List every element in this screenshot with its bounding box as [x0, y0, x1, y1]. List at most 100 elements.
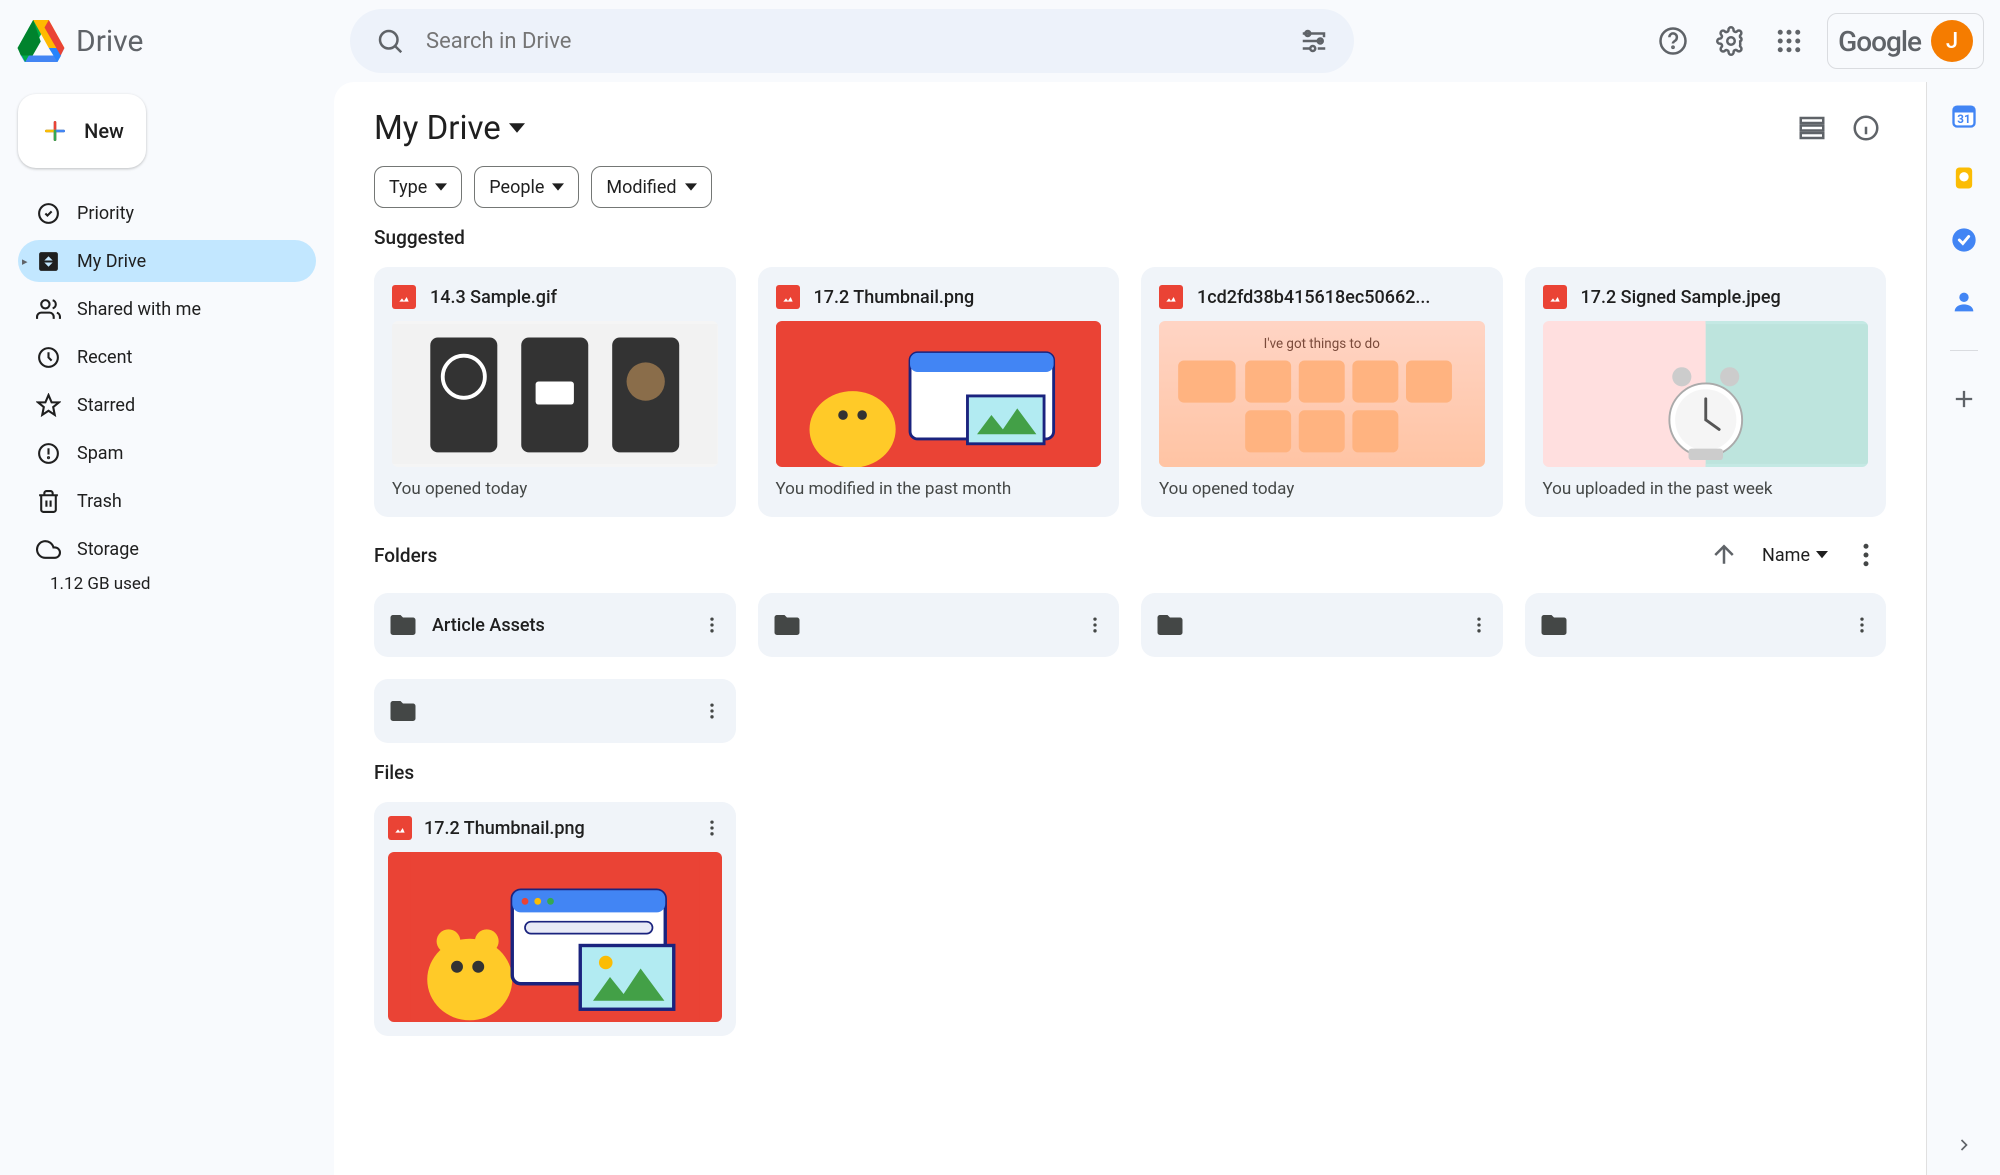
suggested-card[interactable]: 17.2 Thumbnail.png You modified in the p…: [758, 267, 1120, 517]
more-icon[interactable]: [702, 818, 722, 838]
sidebar-item-shared[interactable]: Shared with me: [18, 288, 316, 330]
image-file-icon: [1159, 285, 1183, 309]
file-meta: You uploaded in the past week: [1543, 479, 1869, 499]
folder-icon: [1155, 610, 1185, 640]
file-meta: You opened today: [392, 479, 718, 499]
filter-row: Type People Modified: [374, 166, 1886, 208]
sidebar-item-spam[interactable]: Spam: [18, 432, 316, 474]
suggested-card[interactable]: 17.2 Signed Sample.jpeg You uploaded in …: [1525, 267, 1887, 517]
sidebar-item-storage[interactable]: Storage: [18, 528, 316, 570]
folder-name: Article Assets: [432, 615, 688, 636]
main-content: My Drive Type Peopl: [334, 82, 1926, 1175]
calendar-app-icon[interactable]: 31: [1950, 102, 1978, 130]
search-input[interactable]: [426, 29, 1278, 54]
dropdown-caret-icon: [552, 183, 564, 191]
side-panel: 31: [1926, 82, 2000, 1175]
image-file-icon: [388, 816, 412, 840]
filter-label: Modified: [606, 177, 676, 198]
thumbnail: [1543, 321, 1869, 467]
image-file-icon: [776, 285, 800, 309]
suggested-card[interactable]: 1cd2fd38b415618ec50662... I've got thing…: [1141, 267, 1503, 517]
suggested-label: Suggested: [374, 226, 1886, 249]
filter-label: Type: [389, 177, 427, 198]
search-icon[interactable]: [370, 21, 410, 61]
more-icon[interactable]: [1852, 615, 1872, 635]
more-icon[interactable]: [1085, 615, 1105, 635]
sort-label: Name: [1762, 545, 1810, 566]
avatar[interactable]: J: [1931, 20, 1973, 62]
more-icon[interactable]: [702, 615, 722, 635]
add-app-icon[interactable]: [1950, 385, 1978, 413]
logo-area[interactable]: Drive: [16, 20, 334, 62]
more-options-icon[interactable]: [1846, 535, 1886, 575]
dropdown-caret-icon: [509, 123, 525, 133]
new-button-label: New: [84, 119, 124, 143]
svg-text:31: 31: [1957, 112, 1970, 126]
suggested-card[interactable]: 14.3 Sample.gif You opened today: [374, 267, 736, 517]
sort-direction-icon[interactable]: [1704, 535, 1744, 575]
file-meta: You opened today: [1159, 479, 1485, 499]
file-name: 17.2 Thumbnail.png: [814, 287, 1102, 308]
help-icon[interactable]: [1653, 21, 1693, 61]
sidebar: New Priority ▸ My Drive Shared with me R…: [0, 82, 334, 1175]
folder-card[interactable]: [758, 593, 1120, 657]
folder-card[interactable]: [1525, 593, 1887, 657]
sidebar-item-trash[interactable]: Trash: [18, 480, 316, 522]
sidebar-item-label: Shared with me: [77, 299, 201, 320]
details-icon[interactable]: [1846, 108, 1886, 148]
settings-icon[interactable]: [1711, 21, 1751, 61]
page-title: My Drive: [374, 109, 501, 148]
thumbnail: [776, 321, 1102, 467]
filter-modified[interactable]: Modified: [591, 166, 711, 208]
contacts-app-icon[interactable]: [1950, 288, 1978, 316]
new-button[interactable]: New: [18, 94, 146, 168]
sidebar-item-label: Storage: [77, 539, 139, 560]
filter-type[interactable]: Type: [374, 166, 462, 208]
list-view-icon[interactable]: [1792, 108, 1832, 148]
more-icon[interactable]: [1469, 615, 1489, 635]
drive-logo-icon: [16, 20, 66, 62]
sidebar-item-label: Spam: [77, 443, 123, 464]
header-actions: Google J: [1653, 13, 1984, 69]
file-name: 17.2 Signed Sample.jpeg: [1581, 287, 1869, 308]
dropdown-caret-icon: [1816, 551, 1828, 558]
breadcrumb-title[interactable]: My Drive: [374, 109, 525, 148]
filter-people[interactable]: People: [474, 166, 579, 208]
dropdown-caret-icon: [435, 183, 447, 191]
apps-icon[interactable]: [1769, 21, 1809, 61]
thumbnail: [392, 321, 718, 467]
sidebar-item-label: Priority: [77, 203, 134, 224]
files-label: Files: [374, 761, 1886, 784]
dropdown-caret-icon: [685, 183, 697, 191]
folder-icon: [1539, 610, 1569, 640]
tasks-app-icon[interactable]: [1950, 226, 1978, 254]
svg-text:I've got things to do: I've got things to do: [1264, 337, 1381, 352]
sidebar-item-my-drive[interactable]: ▸ My Drive: [18, 240, 316, 282]
folder-card[interactable]: [1141, 593, 1503, 657]
more-icon[interactable]: [702, 701, 722, 721]
sidebar-item-starred[interactable]: Starred: [18, 384, 316, 426]
account-box[interactable]: Google J: [1827, 13, 1984, 69]
search-bar[interactable]: [350, 9, 1354, 73]
expand-caret-icon[interactable]: ▸: [22, 255, 28, 268]
file-meta: You modified in the past month: [776, 479, 1102, 499]
filter-label: People: [489, 177, 544, 198]
sidebar-item-priority[interactable]: Priority: [18, 192, 316, 234]
search-options-icon[interactable]: [1294, 21, 1334, 61]
file-name: 14.3 Sample.gif: [430, 287, 718, 308]
image-file-icon: [392, 285, 416, 309]
sidebar-item-label: Recent: [77, 347, 132, 368]
sort-by-button[interactable]: Name: [1762, 545, 1828, 566]
app-name: Drive: [76, 24, 143, 59]
folder-card[interactable]: [374, 679, 736, 743]
separator: [1950, 350, 1978, 351]
sidebar-item-label: My Drive: [77, 251, 146, 272]
folder-card[interactable]: Article Assets: [374, 593, 736, 657]
folders-label: Folders: [374, 544, 437, 567]
file-card[interactable]: 17.2 Thumbnail.png: [374, 802, 736, 1036]
keep-app-icon[interactable]: [1950, 164, 1978, 192]
thumbnail: [388, 852, 722, 1022]
file-name: 1cd2fd38b415618ec50662...: [1197, 287, 1485, 308]
collapse-panel-icon[interactable]: [1954, 1135, 1974, 1155]
sidebar-item-recent[interactable]: Recent: [18, 336, 316, 378]
